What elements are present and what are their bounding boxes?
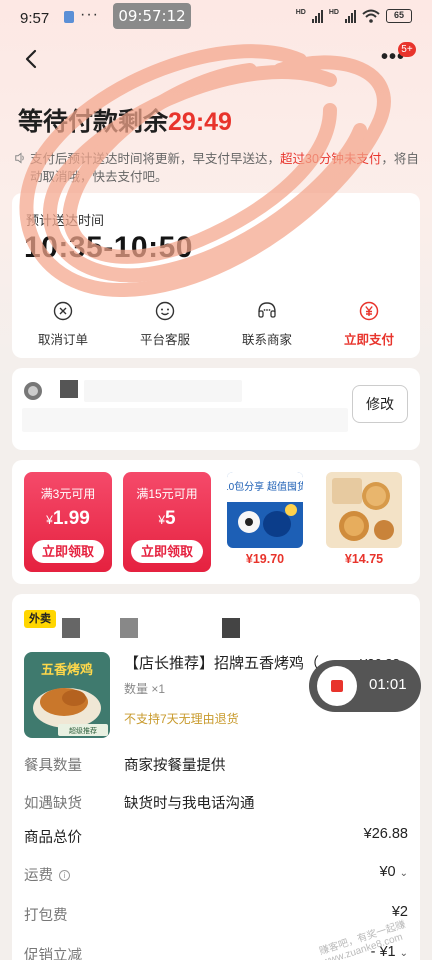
chevron-down-icon: ⌄ (399, 868, 408, 879)
order-detail-card: 外卖 五香烤鸡超级推荐 【店长推荐】招牌五香烤鸡（... ¥26.88 数量 ×… (12, 594, 420, 960)
status-bar: 9:57 ··· 09:57:12 HD HD 65 (0, 0, 432, 36)
app-notification-icon (64, 11, 74, 23)
shipping-value: ¥0 (379, 864, 396, 880)
promotions-card: 满3元可用 ¥1.99 立即领取 满15元可用 ¥5 立即领取 10包分享 超值… (12, 460, 420, 584)
return-policy: 不支持7天无理由退货 (124, 712, 239, 726)
product-image (326, 472, 402, 548)
service-icon (155, 301, 175, 321)
subtotal-label: 商品总价 (24, 830, 82, 846)
page-title: 等待付款剩余29:49 (18, 102, 232, 138)
location-icon (24, 382, 42, 400)
clock-pill: 09:57:12 (113, 3, 191, 29)
stop-recording-button[interactable] (317, 666, 357, 706)
tableware-value: 商家按餐量提供 (124, 758, 226, 774)
coupon-condition: 满3元可用 (40, 487, 96, 501)
cancel-order-button[interactable]: 取消订单 (12, 301, 114, 348)
customer-service-button[interactable]: 平台客服 (114, 301, 216, 348)
hd-label: HD (295, 9, 306, 16)
cancel-icon (53, 301, 73, 321)
shipping-label-wrap: 运费 i (24, 864, 70, 885)
shipping-value-wrap: ¥0 ⌄ (379, 864, 408, 880)
status-time: 9:57 (20, 10, 50, 27)
delivery-card: 预计送达时间 10:35-10:50 取消订单 平台客服 联系商家 立即支付 (12, 193, 420, 358)
wifi-icon (362, 9, 380, 23)
food-quantity: 数量 ×1 (124, 682, 166, 696)
payment-notice: 支付后预计送达时间将更新，早支付早送达，超过30分钟未支付，将自动取消哦，快去支… (12, 150, 420, 186)
coupon-amount: 1.99 (52, 508, 90, 529)
customer-service-label: 平台客服 (139, 333, 190, 347)
notice-text-red: 超过30分钟未支付 (280, 152, 382, 166)
redacted-shop-name (120, 618, 138, 638)
notice-text-1: 支付后预计送达时间将更新，早支付早送达， (30, 152, 281, 166)
coupon-currency: ¥ (46, 513, 53, 527)
promo-product[interactable]: ¥14.75 (326, 472, 402, 566)
pay-now-label: 立即支付 (343, 333, 394, 347)
coupon-amount: 5 (165, 508, 176, 529)
back-arrow-icon[interactable] (20, 46, 42, 72)
claim-coupon-button[interactable]: 立即领取 (32, 540, 104, 563)
redacted-shop-name (222, 618, 240, 638)
stockout-label: 如遇缺货 (24, 796, 82, 812)
delivery-tag: 外卖 (24, 610, 56, 628)
order-actions: 取消订单 平台客服 联系商家 立即支付 (12, 301, 420, 348)
recording-time: 01:01 (369, 676, 407, 693)
message-badge: 5+ (398, 42, 416, 57)
coupon-condition: 满15元可用 (136, 487, 198, 501)
food-image-title: 五香烤鸡 (41, 662, 93, 678)
stockout-value: 缺货时与我电话沟通 (124, 796, 255, 812)
product-image: 10包分享 超值囤货 (227, 472, 303, 548)
battery-icon: 65 (386, 9, 412, 23)
coupon-value: ¥5 (123, 508, 211, 530)
subtotal-value: ¥26.88 (363, 826, 408, 842)
food-image-badge: 超级推荐 (69, 726, 97, 735)
tableware-label: 餐具数量 (24, 758, 82, 774)
contact-merchant-button[interactable]: 联系商家 (216, 301, 318, 348)
speaker-icon (15, 152, 24, 164)
eta-time: 10:35-10:50 (24, 231, 193, 264)
title-text: 等待付款剩余 (18, 108, 169, 136)
discount-label: 促销立减 (24, 948, 82, 960)
cancel-order-label: 取消订单 (37, 333, 88, 347)
redacted-address-line (84, 380, 242, 402)
redacted-contact-line (22, 408, 348, 432)
contact-merchant-label: 联系商家 (241, 333, 292, 347)
packing-label: 打包费 (24, 908, 68, 924)
product-price: ¥14.75 (344, 552, 384, 566)
edit-address-button[interactable]: 修改 (352, 385, 408, 423)
stop-icon (331, 680, 343, 692)
product-price: ¥19.70 (245, 552, 285, 566)
eta-label: 预计送达时间 (26, 213, 105, 228)
claim-coupon-button[interactable]: 立即领取 (131, 540, 203, 563)
hd-label-2: HD (328, 9, 339, 16)
chevron-down-icon: ⌄ (399, 948, 408, 959)
yuan-icon (359, 301, 379, 321)
merchant-icon (258, 302, 276, 318)
screen-recorder-widget[interactable]: 01:01 (309, 660, 421, 712)
pay-now-button[interactable]: 立即支付 (318, 301, 420, 348)
redacted-shop-name (62, 618, 80, 638)
product-image-text: 10包分享 超值囤货 (227, 480, 303, 493)
coupon-card[interactable]: 满15元可用 ¥5 立即领取 (123, 472, 211, 572)
info-icon[interactable]: i (59, 870, 70, 881)
shipping-label: 运费 (24, 868, 53, 884)
signal-icon-2 (345, 9, 356, 23)
signal-icon (311, 9, 323, 23)
countdown-timer: 29:49 (168, 108, 232, 136)
status-icons: HD HD 65 (296, 9, 412, 23)
coupon-value: ¥1.99 (24, 508, 112, 530)
coupon-card[interactable]: 满3元可用 ¥1.99 立即领取 (24, 472, 112, 572)
address-card[interactable]: 修改 (12, 368, 420, 450)
food-image[interactable]: 五香烤鸡超级推荐 (24, 652, 110, 738)
food-name[interactable]: 【店长推荐】招牌五香烤鸡（... (124, 652, 332, 673)
more-notifications-icon: ··· (80, 6, 99, 23)
redacted-block (60, 380, 78, 398)
promo-product[interactable]: 10包分享 超值囤货 ¥19.70 (227, 472, 303, 566)
